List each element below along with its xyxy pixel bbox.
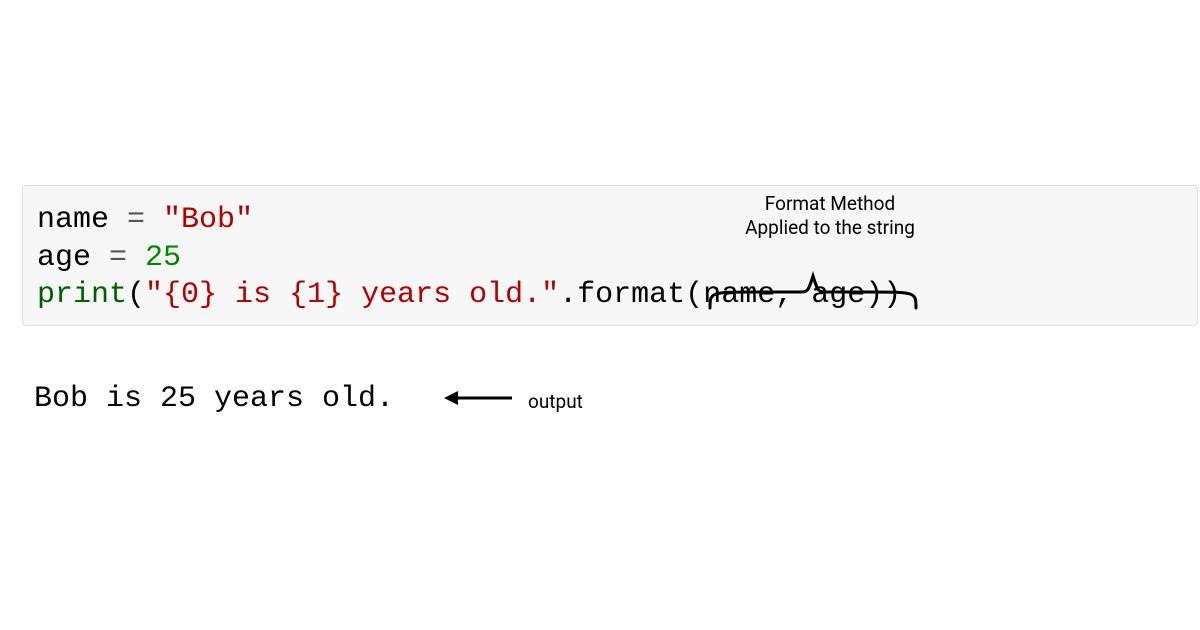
code-token: age bbox=[37, 241, 91, 275]
code-token: name bbox=[37, 203, 109, 237]
code-token: " bbox=[235, 203, 253, 237]
arrow-left-icon bbox=[444, 387, 514, 409]
code-token: . bbox=[559, 278, 577, 312]
brace-icon bbox=[706, 270, 920, 310]
code-token: ( bbox=[685, 278, 703, 312]
code-token: 25 bbox=[145, 241, 181, 275]
annotation-output-label: output bbox=[528, 390, 583, 413]
code-token: print bbox=[37, 278, 127, 312]
output-text: Bob is 25 years old. bbox=[34, 382, 394, 416]
code-line-1: name = "Bob" bbox=[37, 202, 1185, 240]
code-token: " bbox=[541, 278, 559, 312]
code-token: = bbox=[91, 241, 145, 275]
code-token: = bbox=[109, 203, 163, 237]
annotation-format-method: Format Method Applied to the string bbox=[740, 192, 920, 240]
code-block: name = "Bob" age = 25 print("{0} is {1} … bbox=[22, 185, 1198, 326]
code-token: ( bbox=[127, 278, 145, 312]
code-line-3: print("{0} is {1} years old.".format(nam… bbox=[37, 277, 1185, 315]
code-token: " bbox=[163, 203, 181, 237]
code-token: format bbox=[577, 278, 685, 312]
code-token: Bob bbox=[181, 203, 235, 237]
code-token: " bbox=[145, 278, 163, 312]
code-line-2: age = 25 bbox=[37, 240, 1185, 278]
code-token: {0} is {1} years old. bbox=[163, 278, 541, 312]
